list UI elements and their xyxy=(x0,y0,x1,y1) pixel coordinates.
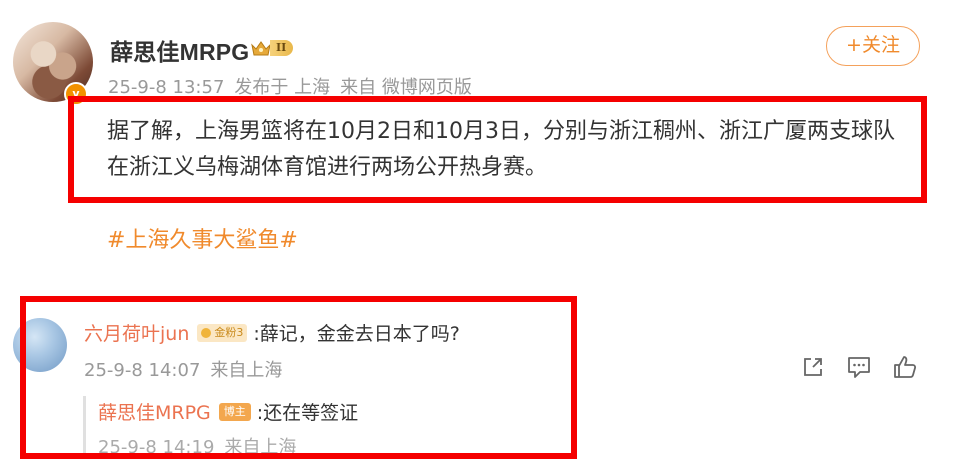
follow-button[interactable]: +关注 xyxy=(826,26,920,66)
post-hashtag-link[interactable]: #上海久事大鲨鱼# xyxy=(107,222,298,254)
comment-icon[interactable] xyxy=(846,354,872,380)
crown-icon xyxy=(251,41,271,56)
annotation-box-post xyxy=(68,96,927,203)
post-source: 来自 微博网页版 xyxy=(340,77,472,98)
post-author-name[interactable]: 薛思佳MRPG xyxy=(110,33,249,67)
membership-badge[interactable]: II xyxy=(250,38,294,58)
like-icon[interactable] xyxy=(892,354,918,380)
comment-actions xyxy=(800,354,918,380)
membership-level: II xyxy=(270,40,294,56)
share-icon[interactable] xyxy=(800,354,826,380)
post-date[interactable]: 25-9-8 13:57 xyxy=(108,77,224,98)
annotation-box-comment xyxy=(20,296,577,459)
post-published-location: 发布于 上海 xyxy=(234,77,331,98)
